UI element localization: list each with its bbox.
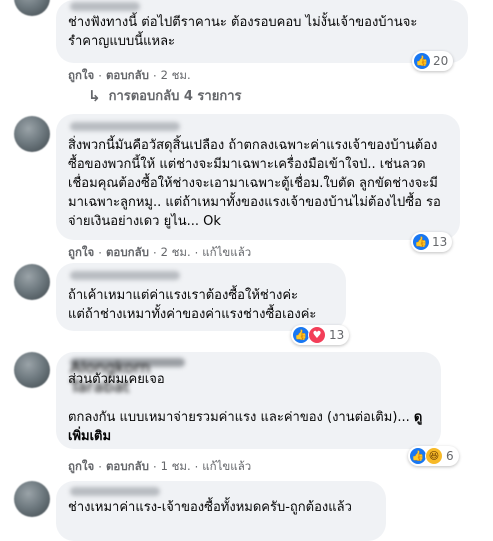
reply-arrow-icon: ↳ (88, 86, 101, 105)
comment-bubble: ช่างฟังทางนี้ ต่อไปตีราคานะ ต้องรอบคอบ ไ… (56, 0, 468, 63)
avatar[interactable] (14, 116, 50, 152)
comment-bubble: สิ่งพวกนี้มันคือวัสดุสิ้นเปลือง ถ้าตกลงเ… (56, 114, 460, 240)
comment-text: ช่างฟังทางนี้ ต่อไปตีราคานะ ต้องรอบคอบ ไ… (68, 15, 418, 49)
comment-timestamp[interactable]: 1 ชม. (161, 458, 191, 476)
reply-button[interactable]: ตอบกลับ (106, 244, 149, 262)
reply-button[interactable]: ตอบกลับ (106, 67, 149, 85)
reply-button[interactable]: ตอบกลับ (106, 458, 149, 476)
separator-dot: · (98, 246, 102, 260)
comment-author-name[interactable] (70, 487, 160, 496)
comment-text: ถ้าเค้าเหมาแต่ค่าแรงเราต้องซื้อให้ช่างค่… (68, 288, 317, 322)
comment-actions: ถูกใจ · ตอบกลับ · 2 ชม. (68, 67, 191, 85)
thumbs-up-icon: 👍 (293, 327, 309, 343)
reaction-summary[interactable]: 👍 😆 6 (408, 446, 459, 466)
comment-timestamp[interactable]: 2 ชม. (161, 244, 191, 262)
separator-dot: · (98, 69, 102, 83)
reaction-summary[interactable]: 👍 20 (412, 51, 454, 71)
reaction-count: 13 (432, 235, 448, 249)
avatar[interactable] (14, 352, 50, 388)
comment-actions: ถูกใจ · ตอบกลับ · 1 ชม. · แก้ไขแล้ว (68, 458, 251, 476)
comment-author-name[interactable]: Alongkorn Tarabat (70, 358, 185, 396)
heart-icon: ♥ (308, 326, 326, 344)
avatar[interactable] (14, 264, 50, 300)
thumbs-up-icon: 👍 (414, 53, 430, 69)
reaction-count: 6 (446, 449, 454, 463)
like-button[interactable]: ถูกใจ (68, 458, 94, 476)
separator-dot: · (194, 460, 199, 474)
edited-label: แก้ไขแล้ว (202, 245, 252, 259)
reaction-count: 20 (433, 54, 449, 68)
comment-bubble: ช่างเหมาค่าแรง-เจ้าของซื้อทั้งหมดครับ-ถู… (56, 481, 386, 541)
comment-bubble: ถ้าเค้าเหมาแต่ค่าแรงเราต้องซื้อให้ช่างค่… (56, 263, 346, 331)
comment-bubble: Alongkorn Tarabat ส่วนตัวผมเคยเจอ ตกลงกั… (56, 352, 441, 449)
separator-dot: · (152, 246, 157, 260)
reaction-count: 13 (329, 328, 345, 342)
reaction-summary[interactable]: 👍 13 (411, 232, 453, 252)
avatar[interactable] (14, 0, 50, 16)
thumbs-up-icon: 👍 (413, 234, 429, 250)
separator-dot: · (98, 460, 102, 474)
comment-text: สิ่งพวกนี้มันคือวัสดุสิ้นเปลือง ถ้าตกลงเ… (68, 138, 441, 229)
avatar[interactable] (14, 481, 50, 517)
comment-text: ช่างเหมาค่าแรง-เจ้าของซื้อทั้งหมดครับ-ถู… (68, 500, 352, 515)
reaction-summary[interactable]: 👍 ♥ 13 (291, 325, 350, 345)
like-button[interactable]: ถูกใจ (68, 67, 94, 85)
comment-actions: ถูกใจ · ตอบกลับ · 2 ชม. · แก้ไขแล้ว (68, 244, 251, 262)
thumbs-up-icon: 👍 (410, 448, 426, 464)
comment-author-name[interactable] (70, 2, 140, 11)
laugh-icon: 😆 (425, 447, 443, 465)
separator-dot: · (194, 246, 199, 260)
view-replies-label: การตอบกลับ 4 รายการ (108, 89, 242, 104)
edited-label: แก้ไขแล้ว (202, 459, 252, 473)
comment-author-name[interactable] (70, 122, 180, 131)
view-replies-link[interactable]: ↳ การตอบกลับ 4 รายการ (88, 85, 241, 106)
comment-author-name[interactable] (70, 271, 180, 280)
like-button[interactable]: ถูกใจ (68, 244, 94, 262)
comment-timestamp[interactable]: 2 ชม. (161, 67, 191, 85)
separator-dot: · (152, 460, 157, 474)
separator-dot: · (152, 69, 157, 83)
